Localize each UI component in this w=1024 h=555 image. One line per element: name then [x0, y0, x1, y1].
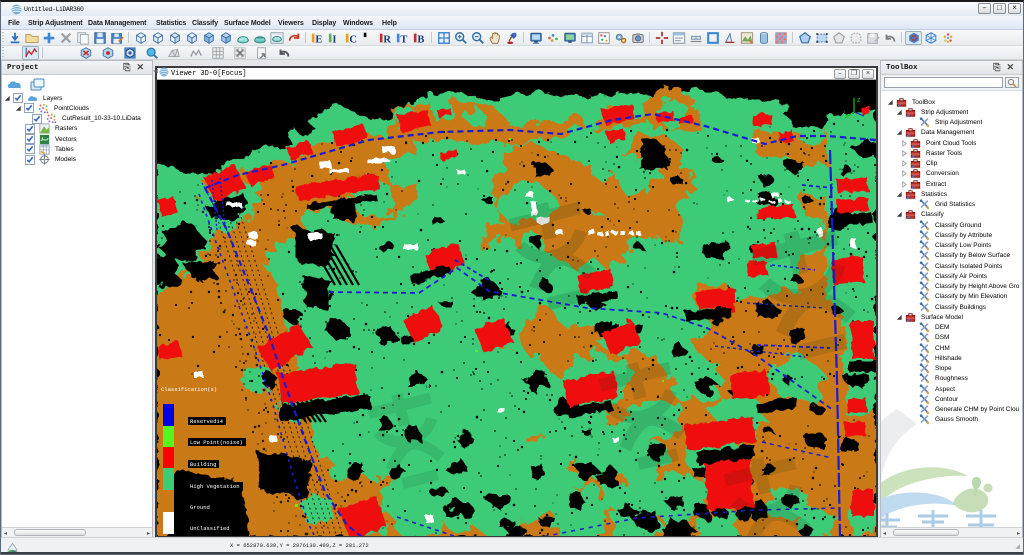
svg-text:High Vegetation: High Vegetation: [190, 483, 240, 490]
svg-text:R: R: [383, 34, 391, 45]
svg-text:z: z: [857, 97, 861, 104]
svg-text:T: T: [400, 34, 407, 45]
svg-text:I: I: [332, 34, 336, 45]
svg-text:Low Point(noise): Low Point(noise): [190, 439, 243, 446]
svg-text:Ground: Ground: [190, 504, 210, 511]
svg-text:B: B: [417, 34, 424, 45]
svg-text:C: C: [349, 34, 357, 45]
svg-text:E: E: [315, 34, 322, 45]
svg-text:UnClassified: UnClassified: [190, 525, 230, 532]
svg-text:Building: Building: [190, 461, 216, 468]
svg-text:Reserved14: Reserved14: [190, 418, 224, 425]
svg-text:Classification(s): Classification(s): [161, 386, 217, 393]
